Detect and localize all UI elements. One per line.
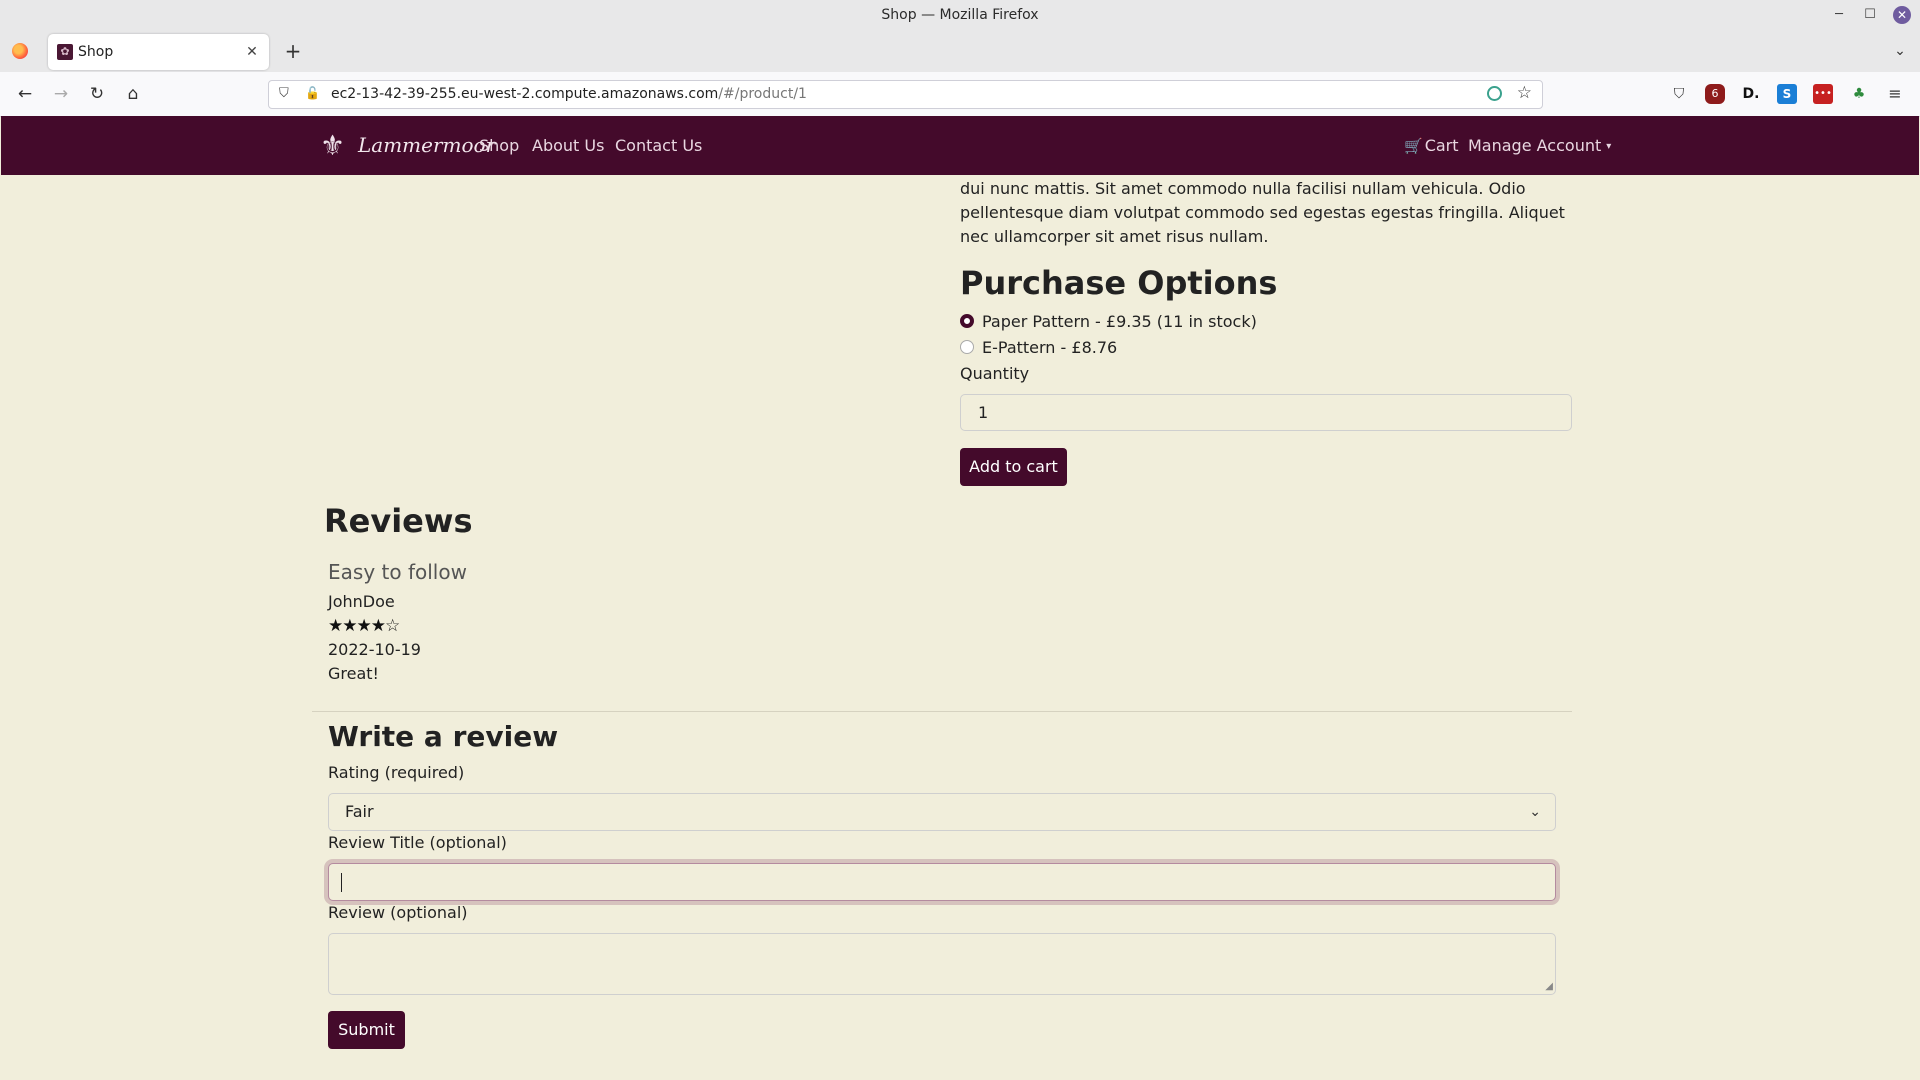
review-body-textarea[interactable]: ◢: [328, 933, 1556, 995]
fleur-de-lis-icon: ⚜: [320, 129, 346, 162]
radio-selected-icon[interactable]: [960, 314, 974, 328]
nav-link-cart[interactable]: 🛒 Cart: [1404, 116, 1459, 176]
reload-button[interactable]: ↻: [85, 82, 109, 106]
text-cursor: [341, 873, 342, 892]
ublock-extension-icon[interactable]: 6: [1705, 84, 1725, 104]
url-path: /#/product/1: [718, 86, 807, 102]
option-label: E-Pattern - £8.76: [982, 338, 1118, 357]
tab-bar: ✿ Shop ✕ + ⌄: [0, 31, 1920, 72]
purchase-options-heading: Purchase Options: [960, 264, 1278, 302]
pocket-icon[interactable]: ⛉: [1669, 84, 1689, 104]
manage-account-label: Manage Account: [1468, 136, 1602, 155]
new-tab-button[interactable]: +: [281, 39, 305, 63]
review-body: Great!: [328, 664, 379, 683]
section-divider: [312, 711, 1572, 712]
close-window-button[interactable]: ✕: [1893, 6, 1911, 24]
nav-link-contact-us[interactable]: Contact Us: [615, 116, 702, 175]
quantity-input[interactable]: 1: [960, 394, 1572, 431]
site-navbar: ⚜ Lammermoor Shop About Us Contact Us 🛒 C…: [1, 116, 1919, 175]
site-favicon-icon: ✿: [57, 44, 73, 60]
submit-review-button[interactable]: Submit: [328, 1011, 405, 1049]
green-extension-icon[interactable]: ♣: [1849, 84, 1869, 104]
d-extension-icon[interactable]: D.: [1741, 84, 1761, 104]
window-title: Shop — Mozilla Firefox: [881, 7, 1039, 23]
s-extension-icon[interactable]: S: [1777, 84, 1797, 104]
nav-link-about-us[interactable]: About Us: [532, 116, 604, 175]
home-button[interactable]: ⌂: [121, 82, 145, 106]
url-host: ec2-13-42-39-255.eu-west-2.compute.amazo…: [331, 86, 719, 102]
rating-label: Rating (required): [328, 763, 465, 782]
url-text[interactable]: ec2-13-42-39-255.eu-west-2.compute.amazo…: [331, 81, 807, 108]
window-titlebar: Shop — Mozilla Firefox ─ ☐ ✕: [0, 0, 1920, 31]
manage-account-dropdown[interactable]: Manage Account ▾: [1468, 116, 1611, 176]
review-title-input[interactable]: [328, 863, 1556, 901]
quantity-label: Quantity: [960, 364, 1030, 383]
review-rating-stars: ★★★★☆: [328, 616, 400, 636]
purchase-option-paper-pattern[interactable]: Paper Pattern - £9.35 (11 in stock): [960, 311, 1257, 333]
tab-close-icon[interactable]: ✕: [243, 43, 261, 61]
review-title-label: Review Title (optional): [328, 833, 507, 852]
rating-select[interactable]: Fair ⌄: [328, 793, 1556, 831]
bookmark-star-icon[interactable]: ☆: [1517, 83, 1532, 103]
reviews-heading: Reviews: [324, 502, 473, 540]
chevron-down-icon: ⌄: [1529, 804, 1541, 820]
review-date: 2022-10-19: [328, 640, 421, 659]
review-body-label: Review (optional): [328, 903, 468, 922]
url-bar[interactable]: ⛉ 🔓 ec2-13-42-39-255.eu-west-2.compute.a…: [268, 80, 1543, 109]
radio-unselected-icon[interactable]: [960, 340, 974, 354]
tracking-protection-icon[interactable]: ⛉: [279, 86, 289, 101]
tab-title: Shop: [78, 44, 114, 60]
add-to-cart-button[interactable]: Add to cart: [960, 448, 1067, 486]
list-all-tabs-button[interactable]: ⌄: [1888, 39, 1912, 63]
firefox-logo-icon: [12, 43, 28, 59]
cart-label: Cart: [1424, 136, 1459, 155]
forward-button[interactable]: →: [49, 82, 73, 106]
purchase-option-e-pattern[interactable]: E-Pattern - £8.76: [960, 337, 1117, 359]
review-author: JohnDoe: [328, 592, 395, 611]
minimize-button[interactable]: ─: [1830, 6, 1848, 24]
rating-selected-value: Fair: [345, 802, 374, 821]
back-button[interactable]: ←: [13, 82, 37, 106]
password-extension-icon[interactable]: •••: [1813, 84, 1833, 104]
brand-name: Lammermoor: [358, 133, 496, 157]
app-menu-icon[interactable]: ≡: [1885, 84, 1905, 104]
tab-shop[interactable]: ✿ Shop ✕: [48, 34, 269, 70]
write-review-heading: Write a review: [328, 720, 559, 753]
review-title: Easy to follow: [328, 560, 467, 584]
product-description: dui nunc mattis. Sit amet commodo nulla …: [960, 179, 1565, 246]
reader-view-icon[interactable]: [1487, 86, 1502, 101]
insecure-connection-icon[interactable]: 🔓: [305, 86, 320, 100]
resize-handle-icon[interactable]: ◢: [1545, 982, 1553, 992]
option-label: Paper Pattern - £9.35 (11 in stock): [982, 312, 1257, 331]
cart-icon: 🛒: [1404, 137, 1423, 155]
maximize-button[interactable]: ☐: [1861, 6, 1879, 24]
caret-down-icon: ▾: [1606, 141, 1612, 152]
nav-link-shop[interactable]: Shop: [479, 116, 519, 175]
